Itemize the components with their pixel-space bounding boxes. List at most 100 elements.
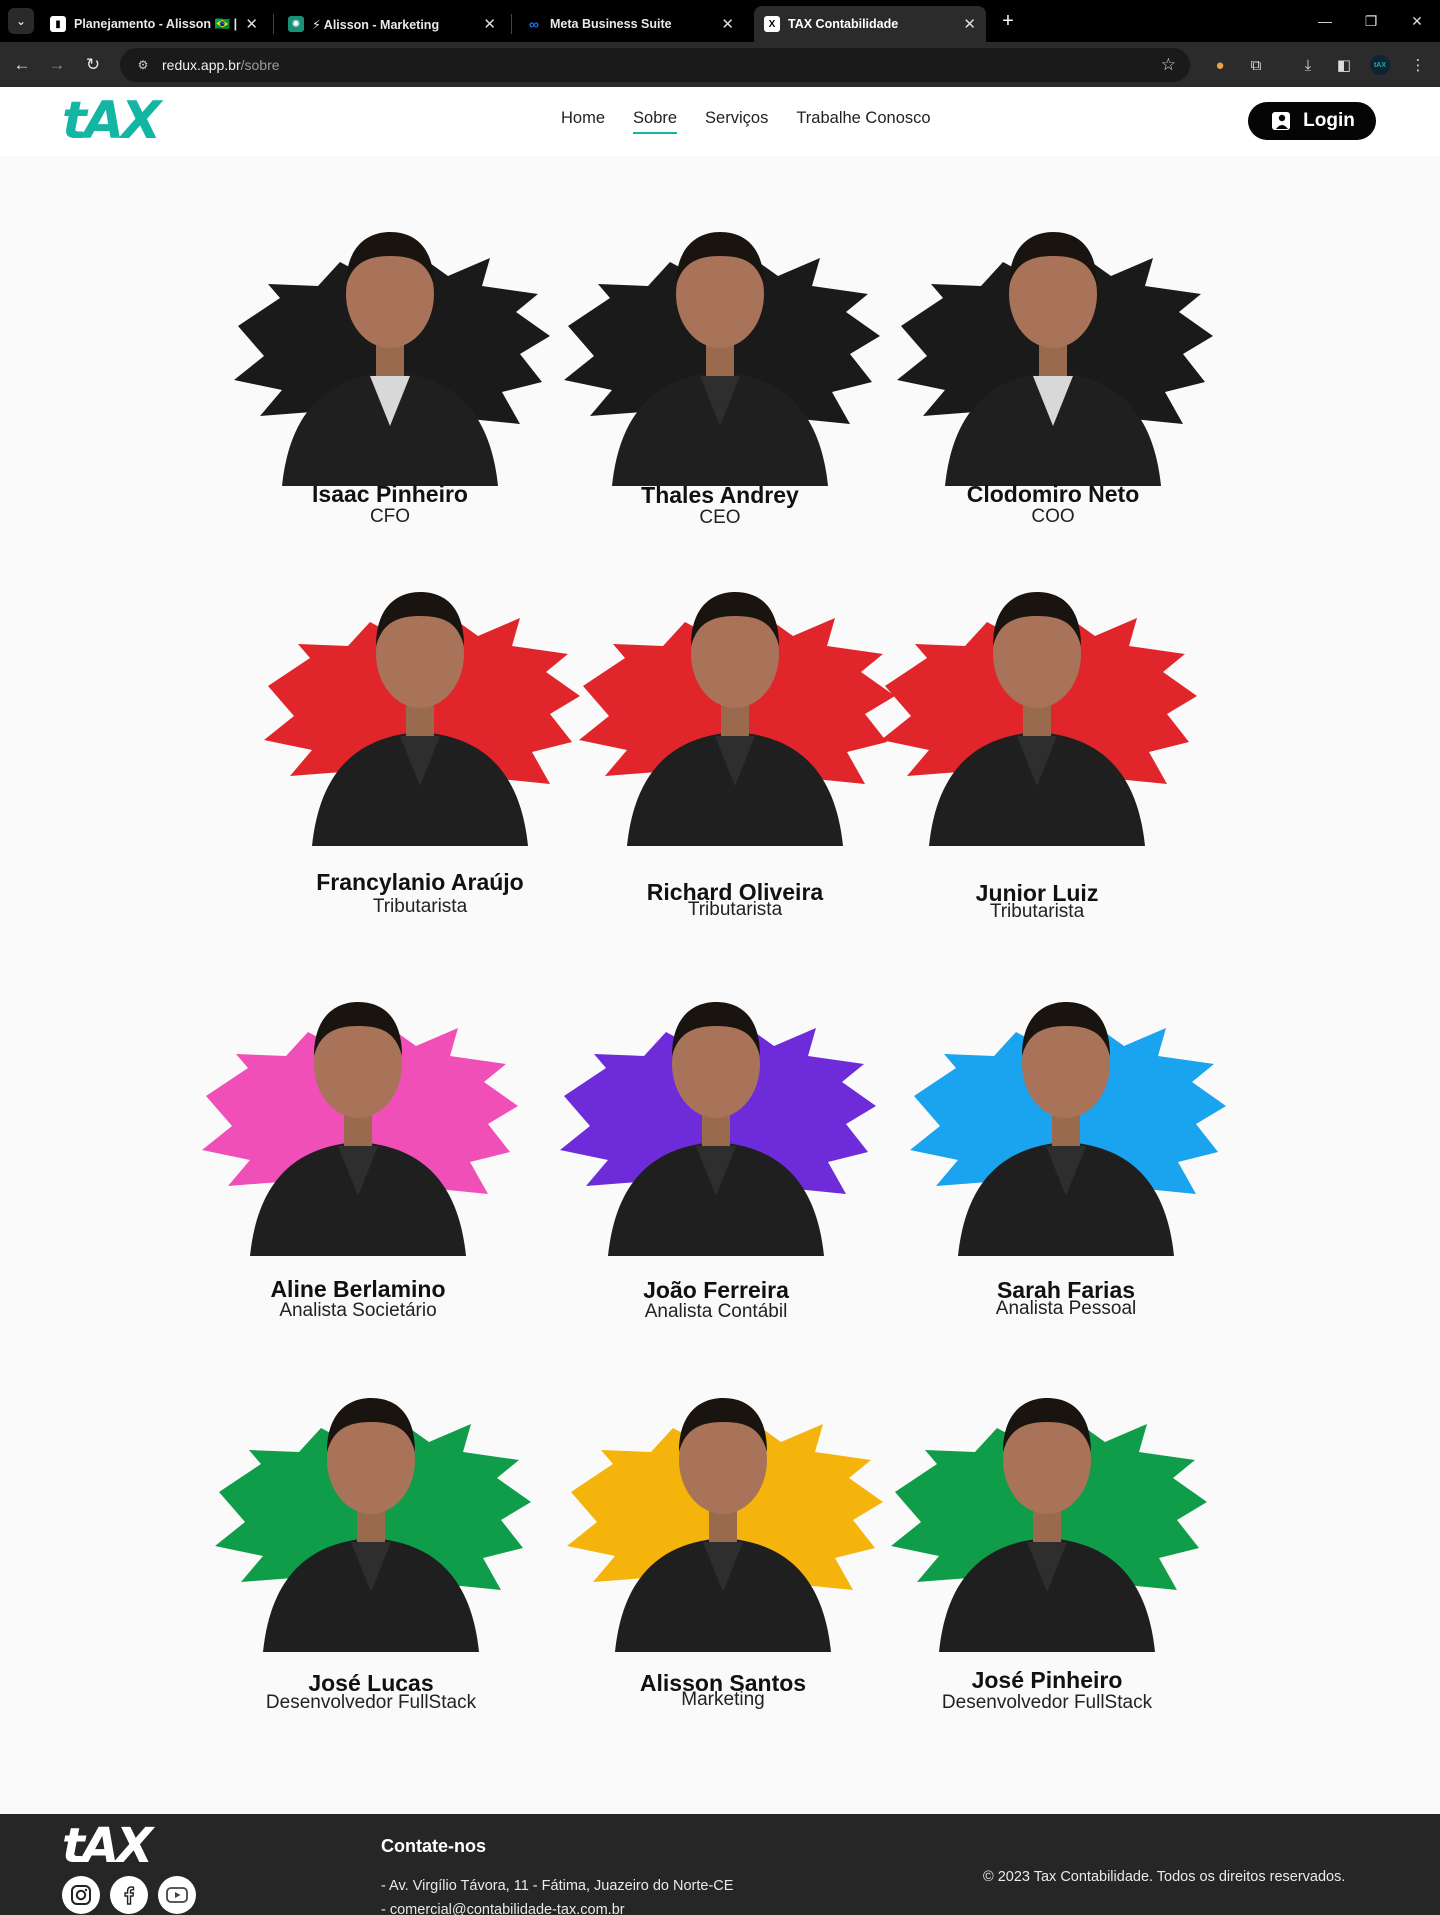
team-member-card: Alisson Santos Marketing [553,1352,893,1712]
close-window-icon[interactable]: ✕ [1402,8,1432,34]
team-member-card: Sarah Farias Analista Pessoal [896,956,1236,1319]
member-role: Tributarista [372,896,468,917]
login-user-icon [1272,112,1291,130]
address-bar[interactable]: ⚙ redux.app.br/sobre ☆ [120,48,1190,82]
team-member-photo [567,1398,883,1652]
team-member-card: Junior Luiz Tributarista [867,546,1207,922]
team-member-photo [202,1002,518,1256]
member-role: Analista Pessoal [995,1298,1137,1319]
member-role: Analista Societário [279,1300,437,1321]
side-panel-icon[interactable]: ◧ [1332,53,1356,77]
team-member-photo [560,1002,876,1256]
reload-icon[interactable]: ↻ [80,52,106,78]
download-icon[interactable]: ⤓ [1296,53,1320,77]
contact-email[interactable]: - comercial@contabilidade-tax.com.br [381,1902,625,1915]
site-header: tAX Home Sobre Serviços Trabalhe Conosco… [0,87,1440,156]
member-role: COO [1031,506,1075,527]
footer-logo: tAX [62,1818,153,1874]
youtube-glyph [166,1887,188,1903]
member-role: CFO [369,506,411,527]
close-tab-icon[interactable]: ✕ [483,15,496,33]
restore-icon[interactable]: ❐ [1356,8,1386,34]
member-name: Francylanio Araújo [316,869,524,895]
tab-meta-business-suite[interactable]: ∞ Meta Business Suite ✕ [516,6,744,42]
member-name: José Pinheiro [971,1667,1123,1693]
team-member-card: Aline Berlamino Analista Societário [188,956,528,1321]
nav-home[interactable]: Home [561,109,605,134]
team-member-card: Francylanio Araújo Tributarista [250,546,590,917]
forward-icon[interactable]: → [44,52,70,78]
tab-alisson-marketing[interactable]: ✺ ⚡ Alisson - Marketing ✕ [278,6,506,42]
member-name: Thales Andrey [641,482,799,508]
instagram-icon[interactable] [62,1876,100,1914]
meta-icon: ∞ [529,16,539,32]
chatgpt-icon: ✺ [288,16,304,32]
bookmark-star-icon[interactable]: ☆ [1161,55,1176,75]
facebook-icon[interactable] [110,1876,148,1914]
team-member-photo [264,592,580,846]
team-member-photo [579,592,895,846]
team-member-photo [910,1002,1226,1256]
member-role: Desenvolvedor FullStack [265,1692,477,1713]
tab-planejamento[interactable]: ▮ Planejamento - Alisson 🇧🇷 | Tr ✕ [40,6,268,42]
member-name: Isaac Pinheiro [312,481,468,507]
login-label: Login [1303,110,1355,131]
member-role: Marketing [681,1689,765,1710]
nav-sobre[interactable]: Sobre [633,109,678,134]
browser-tab-bar: ⌄ ▮ Planejamento - Alisson 🇧🇷 | Tr ✕ ✺ ⚡… [0,0,1440,42]
nav-servicos[interactable]: Serviços [705,109,768,134]
team-member-photo [881,592,1197,846]
main-nav: Home Sobre Serviços Trabalhe Conosco [561,109,931,134]
contact-address: - Av. Virgílio Távora, 11 - Fátima, Juaz… [381,1878,734,1894]
minimize-icon[interactable]: — [1310,8,1340,34]
tax-logo[interactable]: tAX [62,95,161,147]
login-button[interactable]: Login [1248,102,1376,140]
member-role: CEO [699,507,741,528]
back-icon[interactable]: ← [9,52,35,78]
profile-avatar-icon[interactable]: tAX [1368,53,1392,77]
team-member-photo [897,232,1213,486]
copyright: © 2023 Tax Contabilidade. Todos os direi… [983,1869,1346,1885]
team-member-card: José Pinheiro Desenvolvedor FullStack [877,1352,1217,1713]
close-tab-icon[interactable]: ✕ [245,15,258,33]
url-host: redux.app.br [162,57,241,73]
site-settings-icon[interactable]: ⚙ [134,56,152,74]
team-member-card: Thales Andrey CEO [550,186,890,546]
member-name: Clodomiro Neto [966,481,1140,507]
team-member-card: João Ferreira Analista Contábil [546,956,886,1322]
team-member-card: Isaac Pinheiro CFO [220,186,560,546]
team-member-card: Richard Oliveira Tributarista [565,546,905,920]
team-member-photo [234,232,550,486]
site-footer: tAX Contate-nos - Av. Virgílio Távora, 1… [0,1814,1440,1915]
member-role: Tributarista [687,899,783,920]
tab-search-icon[interactable]: ⌄ [8,8,34,34]
new-tab-icon[interactable]: + [996,9,1020,33]
extensions-puzzle-icon[interactable]: ⧉ [1244,53,1268,77]
browser-toolbar: ← → ↻ ⚙ redux.app.br/sobre ☆ ● ⧉ ⤓ ◧ tAX… [0,42,1440,87]
url-path: /sobre [240,57,280,73]
tab-divider [511,14,512,34]
member-role: Desenvolvedor FullStack [941,1692,1153,1713]
close-tab-icon[interactable]: ✕ [721,15,734,33]
team-member-photo [891,1398,1207,1652]
tab-divider [273,14,274,34]
member-name: Aline Berlamino [270,1276,446,1302]
close-tab-icon[interactable]: ✕ [963,15,976,33]
team-member-card: José Lucas Desenvolvedor FullStack [201,1352,541,1713]
contact-title: Contate-nos [381,1836,486,1856]
trello-icon: ▮ [50,16,66,32]
member-name: João Ferreira [643,1277,789,1303]
menu-kebab-icon[interactable]: ⋮ [1406,53,1430,77]
youtube-icon[interactable] [158,1876,196,1914]
team-member-photo [215,1398,531,1652]
team-member-card: Clodomiro Neto COO [883,186,1223,546]
member-role: Analista Contábil [644,1301,788,1322]
extension-icon[interactable]: ● [1208,53,1232,77]
team-section: Isaac Pinheiro CFO Thales Andrey CEO Clo… [0,156,1440,1814]
team-member-photo [564,232,880,486]
member-role: Tributarista [989,901,1085,922]
nav-trabalhe-conosco[interactable]: Trabalhe Conosco [796,109,930,134]
tab-tax-contabilidade[interactable]: X TAX Contabilidade ✕ [754,6,986,42]
facebook-glyph [124,1886,135,1905]
instagram-glyph [71,1885,91,1905]
